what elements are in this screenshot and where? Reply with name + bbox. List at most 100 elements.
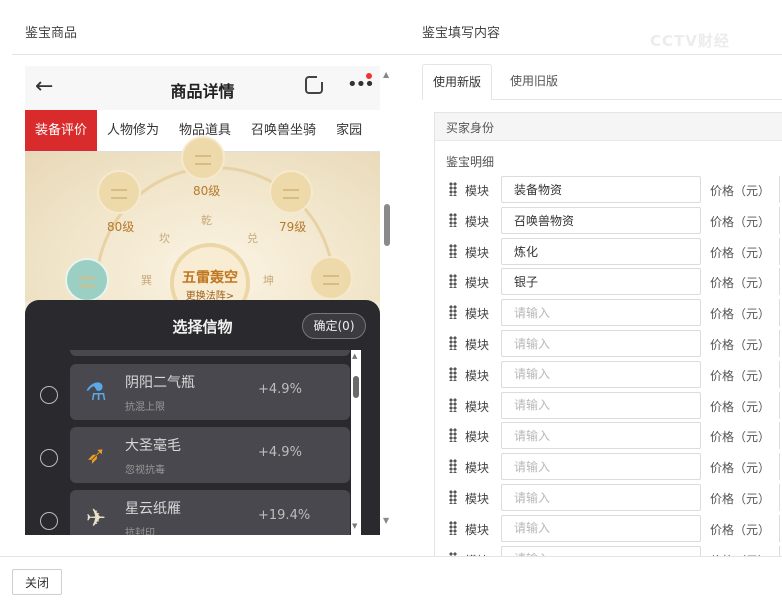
token-list-item[interactable]: ✈ 星云纸雁 抗封印 +19.4% [25, 490, 365, 535]
preview-scrollbar[interactable]: ▲ ▼ [381, 66, 393, 535]
footer-bar: 关闭 [0, 556, 782, 608]
scroll-thumb[interactable] [384, 204, 390, 246]
phone-header: ← 商品详情 ••• [25, 66, 380, 110]
glyph-kun: 坤 [263, 274, 274, 287]
appraisal-form: 买家身份 鉴宝明细 模块价格（元）模块价格（元）模块价格（元）模块价格（元）模块… [434, 112, 782, 562]
price-label: 价格（元） [710, 522, 771, 537]
module-row: 模块 价格（元） [435, 514, 782, 544]
price-label: 价格（元） [710, 368, 771, 383]
module-name-input[interactable] [501, 206, 701, 234]
left-panel-title: 鉴宝商品 [25, 26, 78, 41]
module-label: 模块 [465, 522, 490, 537]
module-name-input[interactable] [501, 268, 701, 296]
drag-handle-icon[interactable] [449, 274, 457, 289]
phone-tab-item[interactable]: 人物修为 [97, 110, 169, 151]
module-name-input[interactable] [501, 360, 701, 388]
left-panel-divider [12, 54, 407, 55]
module-label: 模块 [465, 461, 490, 476]
module-label: 模块 [465, 307, 490, 322]
scroll-up-icon[interactable]: ▲ [352, 352, 357, 360]
price-label: 价格（元） [710, 461, 771, 476]
drag-handle-icon[interactable] [449, 243, 457, 258]
form-version-tabs: 使用新版 使用旧版 [422, 64, 782, 100]
module-row: 模块 价格（元） [435, 267, 782, 297]
vase-icon: ⚗ [85, 378, 107, 406]
drag-handle-icon[interactable] [449, 336, 457, 350]
glyph-xun: 巽 [141, 274, 152, 287]
right-panel-title: 鉴宝填写内容 [422, 26, 501, 41]
drag-handle-icon[interactable] [449, 366, 457, 381]
module-name-input[interactable] [501, 453, 701, 481]
price-label: 价格（元） [710, 214, 771, 229]
phone-preview: ← 商品详情 ••• 装备评价 人物修为 物品道具 召唤兽坐骑 家园 80级 80级 7… [25, 66, 380, 535]
slot-level-top: 80级 [193, 184, 221, 198]
module-name-input[interactable] [501, 176, 701, 203]
token-radio[interactable] [40, 386, 58, 404]
module-row: 模块 价格（元） [435, 421, 782, 451]
module-label: 模块 [465, 430, 490, 445]
share-icon[interactable] [305, 74, 325, 94]
drag-handle-icon[interactable] [449, 397, 457, 412]
module-name-input[interactable] [501, 237, 701, 265]
price-label: 价格（元） [710, 184, 771, 198]
glyph-kan: 坎 [159, 232, 170, 245]
formation-slot-top[interactable] [181, 136, 225, 180]
module-name-input[interactable] [501, 330, 701, 357]
token-list-item[interactable]: ➶ 大圣毫毛 忽视抗毒 +4.9% [25, 427, 365, 483]
price-label: 价格（元） [710, 338, 771, 352]
token-name: 大圣毫毛 [125, 438, 181, 454]
module-label: 模块 [465, 214, 490, 229]
buyer-identity-row[interactable]: 买家身份 [435, 113, 782, 141]
module-label: 模块 [465, 368, 490, 383]
close-button[interactable]: 关闭 [12, 569, 62, 595]
module-name-input[interactable] [501, 299, 701, 327]
tab-version-1[interactable]: 使用新版 [422, 64, 493, 100]
price-label: 价格（元） [710, 430, 771, 445]
buyer-identity-label: 买家身份 [446, 121, 495, 135]
module-name-input[interactable] [501, 422, 701, 450]
scroll-up-icon[interactable]: ▲ [383, 70, 389, 79]
module-row: 模块 价格（元） [435, 298, 782, 328]
drag-handle-icon[interactable] [449, 305, 457, 320]
token-list-item[interactable]: ⚗ 阴阳二气瓶 抗混上限 +4.9% [25, 364, 365, 420]
tab-version-2[interactable]: 使用旧版 [500, 64, 568, 100]
feather-icon: ➶ [85, 441, 107, 469]
formation-slot-lower-left[interactable] [65, 258, 109, 302]
drag-handle-icon[interactable] [449, 212, 457, 227]
module-row: 模块 价格（元） [435, 329, 782, 359]
phone-tab-item[interactable]: 召唤兽坐骑 [241, 110, 326, 151]
glyph-qian: 乾 [201, 214, 212, 227]
drag-handle-icon[interactable] [449, 490, 457, 504]
token-card[interactable]: ⚗ 阴阳二气瓶 抗混上限 +4.9% [70, 364, 350, 420]
token-list: ⚗ 阴阳二气瓶 抗混上限 +4.9% ➶ 大圣毫毛 忽视抗毒 +4.9% ✈ 星云纸雁 抗封印 +19… [25, 350, 380, 535]
drag-handle-icon[interactable] [449, 428, 457, 443]
token-name: 星云纸雁 [125, 501, 181, 517]
drag-handle-icon[interactable] [449, 182, 457, 196]
token-bonus-value: +4.9% [258, 445, 302, 460]
formation-slot-left[interactable] [97, 170, 141, 214]
token-list-scrollbar[interactable]: ▲ ▼ [351, 350, 361, 535]
price-label: 价格（元） [710, 399, 771, 414]
scroll-thumb[interactable] [353, 376, 359, 398]
token-radio[interactable] [40, 449, 58, 467]
select-token-sheet: 选择信物 确定(0) ⚗ 阴阳二气瓶 抗混上限 +4.9% ➶ 大圣毫毛 忽视抗毒 +4.9%… [25, 300, 380, 535]
scroll-down-icon[interactable]: ▼ [383, 516, 389, 525]
phone-tab-item[interactable]: 家园 [326, 110, 372, 151]
formation-slot-lower-right[interactable] [309, 256, 353, 300]
formation-slot-right[interactable] [269, 170, 313, 214]
token-card[interactable]: ➶ 大圣毫毛 忽视抗毒 +4.9% [70, 427, 350, 483]
module-name-input[interactable] [501, 484, 701, 511]
drag-handle-icon[interactable] [449, 520, 457, 535]
drag-handle-icon[interactable] [449, 459, 457, 474]
module-label: 模块 [465, 245, 490, 260]
phone-tab-item[interactable]: 装备评价 [25, 110, 98, 151]
token-radio[interactable] [40, 512, 58, 530]
module-name-input[interactable] [501, 391, 701, 419]
module-name-input[interactable] [501, 514, 701, 542]
list-item-partial [70, 350, 350, 356]
scroll-down-icon[interactable]: ▼ [352, 522, 357, 530]
token-card[interactable]: ✈ 星云纸雁 抗封印 +19.4% [70, 490, 350, 535]
price-label: 价格（元） [710, 307, 771, 322]
confirm-button[interactable]: 确定(0) [302, 313, 366, 339]
module-label: 模块 [465, 338, 490, 352]
